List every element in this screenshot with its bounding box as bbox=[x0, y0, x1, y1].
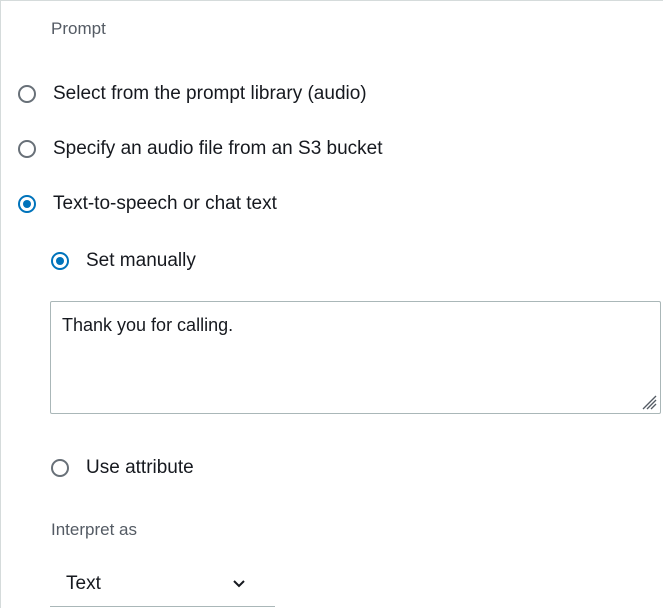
radio-checked-icon[interactable] bbox=[18, 195, 36, 213]
prompt-section-label: Prompt bbox=[51, 19, 106, 38]
radio-checked-icon[interactable] bbox=[51, 252, 69, 270]
option-s3-bucket[interactable]: Specify an audio file from an S3 bucket bbox=[18, 138, 383, 160]
option-s3-bucket-label: Specify an audio file from an S3 bucket bbox=[53, 138, 383, 159]
option-prompt-library[interactable]: Select from the prompt library (audio) bbox=[18, 83, 367, 105]
interpret-as-label: Interpret as bbox=[51, 520, 137, 539]
option-set-manually[interactable]: Set manually bbox=[51, 250, 196, 272]
interpret-as-value: Text bbox=[66, 573, 101, 594]
chevron-down-icon bbox=[233, 580, 245, 588]
resize-handle-icon[interactable] bbox=[639, 392, 657, 410]
radio-unchecked-icon[interactable] bbox=[51, 459, 69, 477]
option-use-attribute[interactable]: Use attribute bbox=[51, 457, 194, 479]
prompt-text-input[interactable]: Thank you for calling. bbox=[50, 301, 661, 414]
radio-unchecked-icon[interactable] bbox=[18, 85, 36, 103]
option-use-attribute-label: Use attribute bbox=[86, 457, 194, 478]
option-text-to-speech-label: Text-to-speech or chat text bbox=[53, 193, 277, 214]
option-prompt-library-label: Select from the prompt library (audio) bbox=[53, 83, 367, 104]
prompt-panel: Prompt Select from the prompt library (a… bbox=[0, 0, 663, 608]
interpret-as-select[interactable]: Text bbox=[50, 567, 275, 607]
option-set-manually-label: Set manually bbox=[86, 250, 196, 271]
prompt-text-value: Thank you for calling. bbox=[62, 315, 234, 335]
radio-unchecked-icon[interactable] bbox=[18, 140, 36, 158]
option-text-to-speech[interactable]: Text-to-speech or chat text bbox=[18, 193, 277, 215]
